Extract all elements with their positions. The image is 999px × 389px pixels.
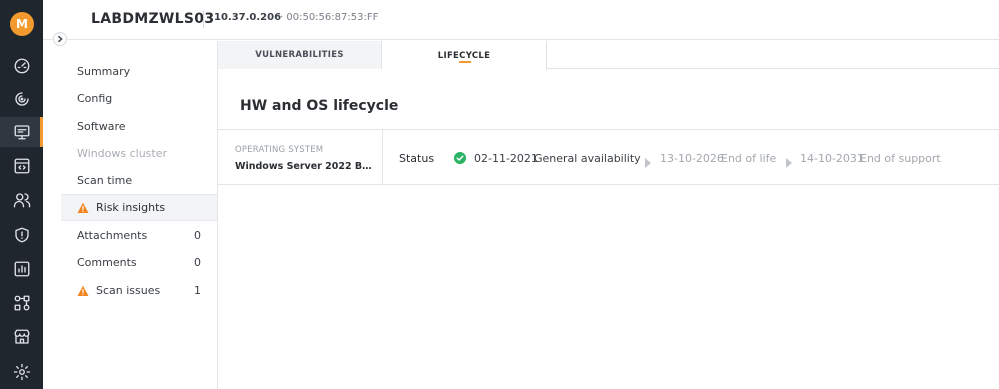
eos-phase: End of support xyxy=(860,152,941,165)
check-circle-icon xyxy=(454,152,466,164)
nav-item-label: Scan time xyxy=(77,174,133,187)
assets-icon[interactable] xyxy=(0,117,43,147)
nav-item-scan-time[interactable]: Scan time xyxy=(61,167,217,194)
nav-item-count: 0 xyxy=(194,256,201,269)
tab-vulnerabilities[interactable]: VULNERABILITIES xyxy=(218,41,382,69)
ga-date: 02-11-2021 xyxy=(474,152,538,165)
os-name: Windows Server 2022 Build 20348 xyxy=(235,161,375,172)
expand-sidebar-button[interactable] xyxy=(53,32,67,46)
nav-item-label: Summary xyxy=(77,65,131,78)
nav-item-label: Software xyxy=(77,120,126,133)
os-cell: OPERATING SYSTEM Windows Server 2022 Bui… xyxy=(218,130,383,184)
content-tabs: VULNERABILITIES LIFECYCLE xyxy=(218,41,999,70)
eos-date: 14-10-2031 xyxy=(800,152,864,165)
section-title: HW and OS lifecycle xyxy=(240,98,399,114)
nav-item-label: Risk insights xyxy=(96,201,166,214)
page-header: LABDMZWLS03 10.37.0.206 · 00:50:56:87:53… xyxy=(43,0,999,40)
nav-item-comments[interactable]: Comments 0 xyxy=(61,249,217,276)
nav-item-windows-cluster: Windows cluster xyxy=(61,140,217,167)
settings-icon[interactable] xyxy=(0,357,43,387)
eol-phase: End of life xyxy=(721,152,777,165)
header-divider xyxy=(203,10,204,28)
nav-item-risk-insights[interactable]: Risk insights xyxy=(61,194,217,221)
nav-item-label: Config xyxy=(77,92,113,105)
nav-item-count: 0 xyxy=(194,229,201,242)
store-icon[interactable] xyxy=(0,322,43,352)
os-label: OPERATING SYSTEM xyxy=(235,145,324,155)
ga-phase: General availability xyxy=(534,152,641,165)
asset-mac: · 00:50:56:87:53:FF xyxy=(280,12,379,23)
nav-item-scan-issues[interactable]: Scan issues 1 xyxy=(61,277,217,304)
security-icon[interactable] xyxy=(0,220,43,250)
nav-item-attachments[interactable]: Attachments 0 xyxy=(61,222,217,249)
chevron-right-icon xyxy=(643,153,653,168)
nav-item-label: Scan issues xyxy=(96,284,161,297)
app-sidebar: M xyxy=(0,0,43,389)
warning-icon xyxy=(77,285,89,296)
chevron-right-icon xyxy=(57,35,63,43)
tab-lifecycle[interactable]: LIFECYCLE xyxy=(382,41,547,70)
nav-item-count: 1 xyxy=(194,284,201,297)
warning-icon xyxy=(77,202,89,213)
nav-item-summary[interactable]: Summary xyxy=(61,58,217,85)
tab-label: VULNERABILITIES xyxy=(255,50,344,60)
active-tab-indicator xyxy=(459,61,471,63)
asset-ip: 10.37.0.206 xyxy=(214,12,282,23)
asset-subnav: Summary Config Software Windows cluster … xyxy=(61,41,218,389)
nav-item-label: Comments xyxy=(77,256,137,269)
nav-item-config[interactable]: Config xyxy=(61,85,217,112)
dashboard-icon[interactable] xyxy=(0,51,43,81)
users-icon[interactable] xyxy=(0,185,43,215)
user-avatar[interactable]: M xyxy=(10,12,34,36)
asset-name: LABDMZWLS03 xyxy=(91,11,215,27)
tab-label: LIFECYCLE xyxy=(437,50,491,61)
status-label: Status xyxy=(399,152,435,165)
nav-item-software[interactable]: Software xyxy=(61,113,217,140)
software-icon[interactable] xyxy=(0,151,43,181)
os-lifecycle-row: OPERATING SYSTEM Windows Server 2022 Bui… xyxy=(218,129,999,185)
scan-icon[interactable] xyxy=(0,84,43,114)
nav-item-label: Windows cluster xyxy=(77,147,168,160)
integrations-icon[interactable] xyxy=(0,288,43,318)
reports-icon[interactable] xyxy=(0,254,43,284)
nav-item-label: Attachments xyxy=(77,229,148,242)
eol-date: 13-10-2026 xyxy=(660,152,724,165)
chevron-right-icon xyxy=(784,153,794,168)
